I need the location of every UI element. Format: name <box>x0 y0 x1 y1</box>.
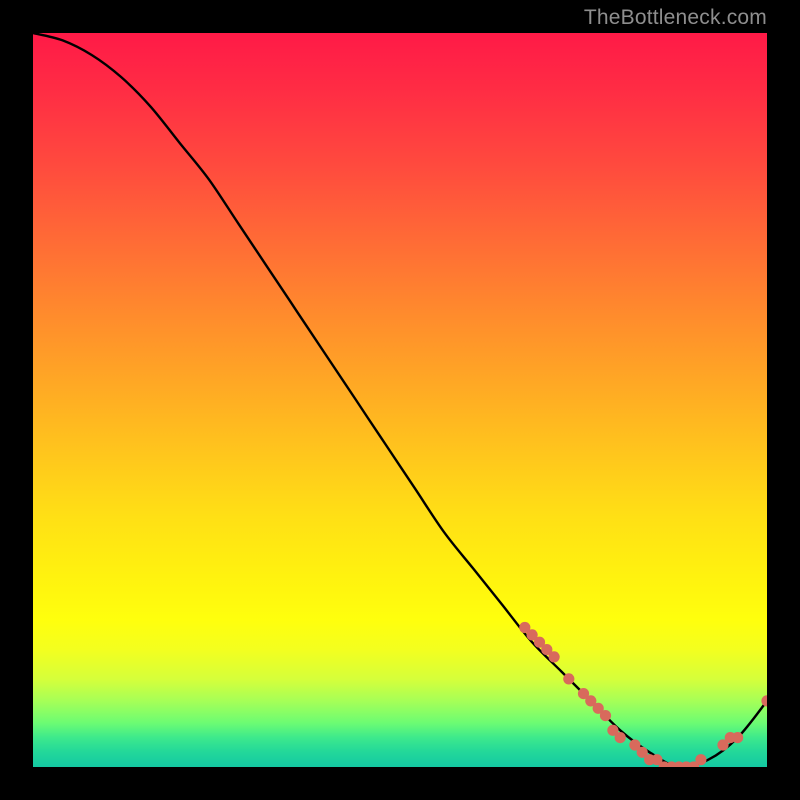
curve-marker <box>695 754 706 765</box>
plot-area <box>33 33 767 767</box>
curve-marker <box>600 710 611 721</box>
curve-marker <box>761 695 767 706</box>
curve-layer <box>33 33 767 767</box>
curve-marker <box>549 651 560 662</box>
curve-marker <box>615 732 626 743</box>
curve-marker <box>563 673 574 684</box>
chart-stage: TheBottleneck.com <box>0 0 800 800</box>
curve-marker <box>732 732 743 743</box>
bottleneck-curve <box>33 33 767 767</box>
watermark-text: TheBottleneck.com <box>584 6 767 30</box>
